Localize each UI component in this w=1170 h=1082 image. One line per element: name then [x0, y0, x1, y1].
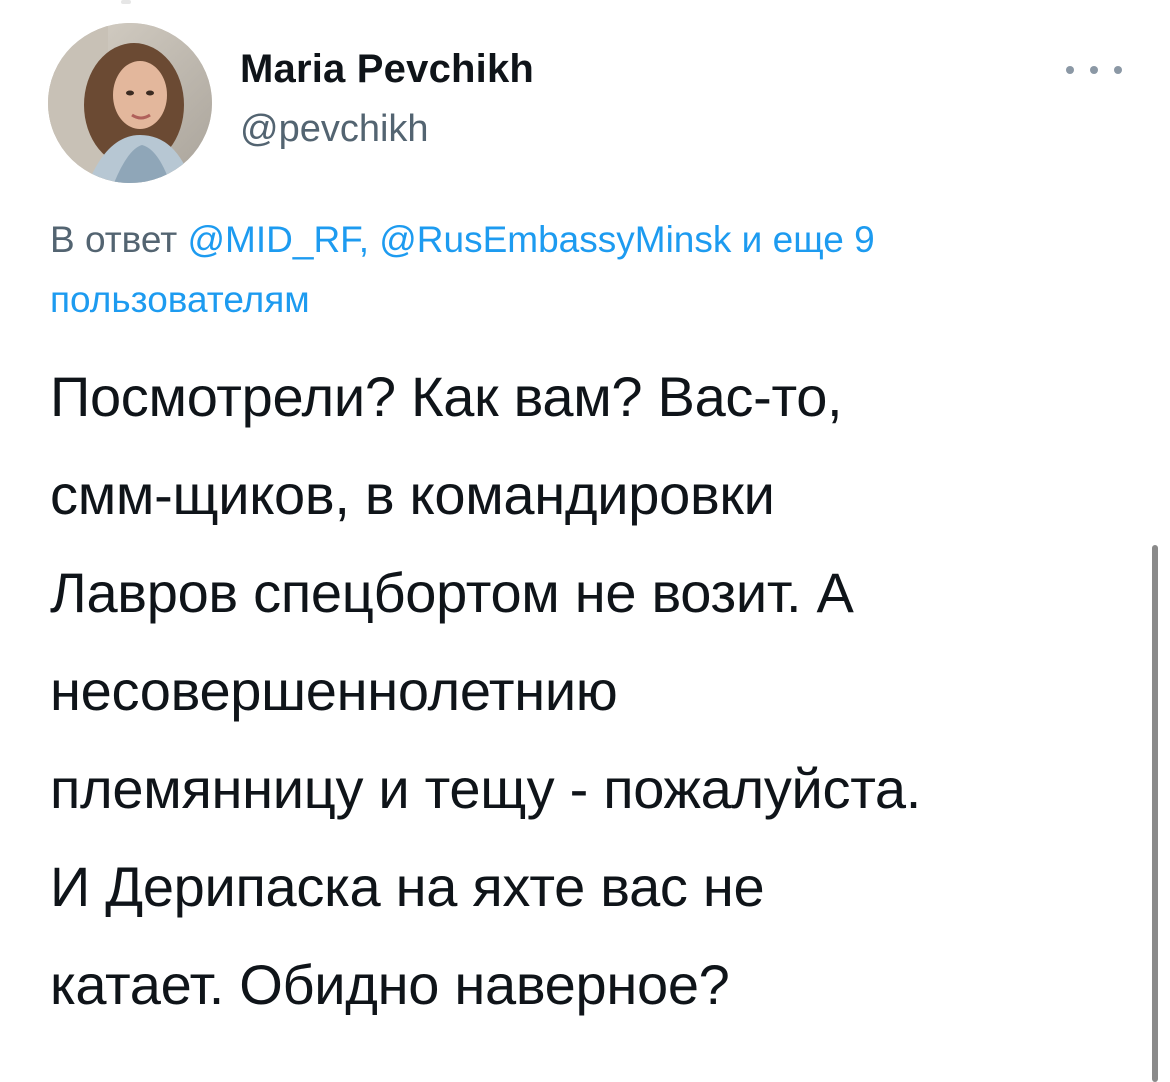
ellipsis-icon	[1066, 66, 1074, 74]
more-options-button[interactable]	[1066, 58, 1122, 82]
reply-prefix: В ответ	[50, 219, 188, 260]
user-avatar-photo-icon	[48, 23, 212, 183]
tweet-body: Посмотрели? Как вам? Вас-то, смм-щиков, …	[50, 348, 1140, 1034]
ellipsis-icon	[1090, 66, 1098, 74]
tweet-text-line: катает. Обидно наверное?	[50, 953, 730, 1016]
tweet-text-line: Лавров спецбортом не возит. А	[50, 561, 854, 624]
mention-separator: ,	[358, 219, 380, 260]
ellipsis-icon	[1114, 66, 1122, 74]
tweet-text-line: племянницу и тещу - пожалуйста.	[50, 757, 922, 820]
mention-link-rusembassyminsk[interactable]: @RusEmbassyMinsk	[379, 219, 731, 260]
mention-link-mid-rf[interactable]: @MID_RF	[188, 219, 359, 260]
display-name[interactable]: Maria Pevchikh	[240, 47, 534, 92]
scrollbar[interactable]	[1152, 545, 1158, 1082]
tweet-text-line: Посмотрели? Как вам? Вас-то,	[50, 365, 843, 428]
tweet-text-line: несовершеннолетнию	[50, 659, 618, 722]
tweet-text-line: И Дерипаска на яхте вас не	[50, 855, 765, 918]
user-handle[interactable]: @pevchikh	[240, 108, 429, 151]
reply-context: В ответ @MID_RF, @RusEmbassyMinsk и еще …	[50, 210, 1130, 330]
status-indicator	[121, 0, 131, 4]
avatar[interactable]	[48, 23, 212, 183]
tweet: Maria Pevchikh @pevchikh В ответ @MID_RF…	[0, 0, 1170, 1082]
tweet-text-line: смм-щиков, в командировки	[50, 463, 775, 526]
